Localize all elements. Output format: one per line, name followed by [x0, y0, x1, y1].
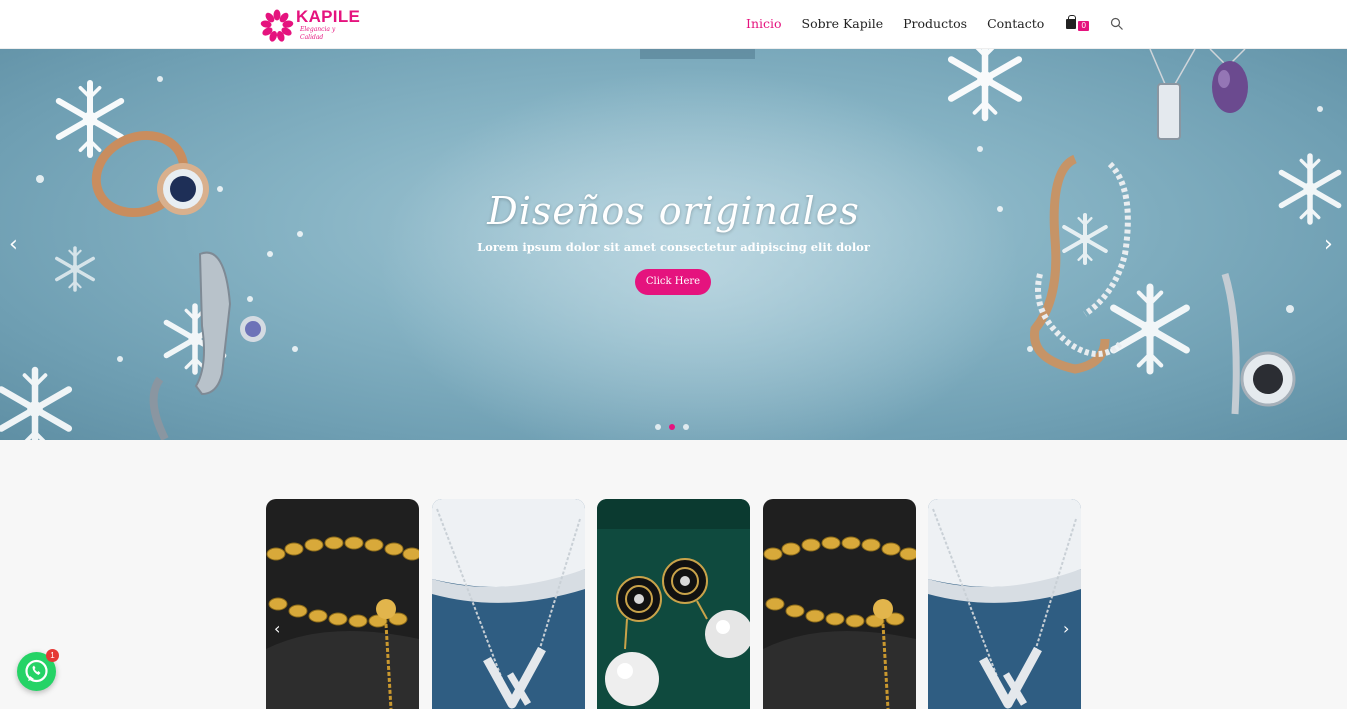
cart-button[interactable]: 0 [1064, 15, 1090, 33]
nav-item-sobre-kapile[interactable]: Sobre Kapile [802, 15, 884, 33]
hero-subtitle: Lorem ipsum dolor sit amet consectetur a… [477, 240, 870, 254]
chevron-right-icon: › [1063, 619, 1070, 638]
product-card[interactable] [763, 499, 916, 709]
nav-item-inicio[interactable]: Inicio [746, 15, 782, 33]
brand-tagline: Elegancia y Calidad [300, 26, 336, 41]
chevron-left-icon: ‹ [274, 619, 281, 638]
product-card[interactable] [432, 499, 585, 709]
slider-dot-2[interactable] [669, 424, 675, 430]
brand-logo[interactable]: KAPILE Elegancia y Calidad [259, 6, 360, 44]
gold-bracelet-image [763, 499, 916, 709]
logo-text: KAPILE Elegancia y Calidad [296, 8, 360, 42]
nav-item-contacto[interactable]: Contacto [987, 15, 1044, 33]
silver-v-necklace-image [928, 499, 1081, 709]
product-carousel: ‹ › [266, 499, 1081, 709]
slider-dot-3[interactable] [683, 424, 689, 430]
brand-name: KAPILE [296, 7, 361, 26]
slider-pagination [655, 424, 697, 430]
logo-flower-icon [260, 9, 294, 42]
hero-slider: ‹ › Diseños originales Lorem ipsum dolor… [0, 49, 1347, 440]
carousel-prev-button[interactable]: ‹ [274, 619, 280, 638]
nav-item-productos[interactable]: Productos [903, 15, 967, 33]
slider-dot-1[interactable] [655, 424, 661, 430]
whatsapp-notification-badge: 1 [46, 649, 59, 662]
search-icon[interactable] [1110, 17, 1124, 31]
carousel-next-button[interactable]: › [1063, 619, 1069, 638]
silver-v-necklace-image [432, 499, 585, 709]
product-card[interactable] [266, 499, 419, 709]
cart-count-badge: 0 [1078, 21, 1090, 31]
shopping-bag-icon [1066, 15, 1077, 29]
flower-pearl-earrings-image [597, 499, 750, 709]
hero-title: Diseños originales [487, 189, 860, 233]
product-card[interactable] [928, 499, 1081, 709]
hero-cta-button[interactable]: Click Here [635, 269, 711, 295]
product-card[interactable] [597, 499, 750, 709]
gold-bracelet-image [266, 499, 419, 709]
site-header: KAPILE Elegancia y Calidad Inicio Sobre … [0, 0, 1347, 49]
main-nav: Inicio Sobre Kapile Productos Contacto 0 [746, 15, 1124, 33]
